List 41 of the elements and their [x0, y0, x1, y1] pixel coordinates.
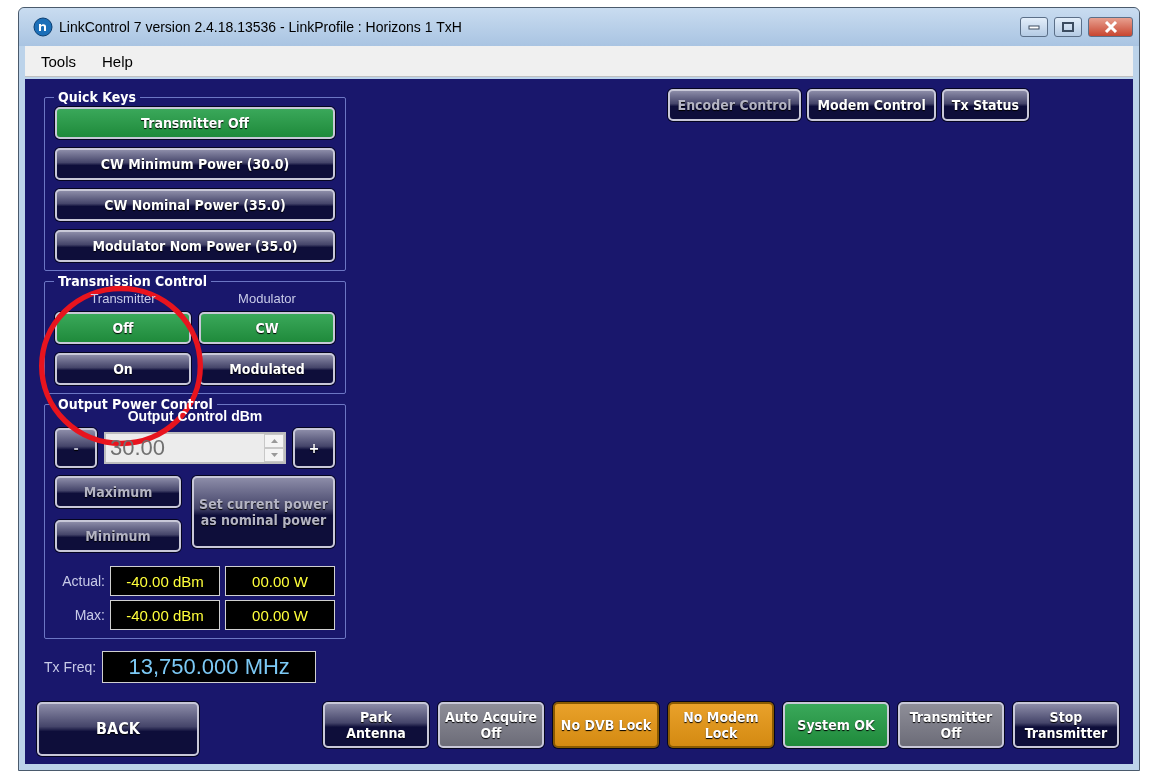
tx-freq-label: Tx Freq: — [44, 659, 97, 675]
view-button[interactable]: Modem Control — [807, 89, 936, 121]
panel-title: Transmission Control — [57, 273, 209, 289]
minimize-button[interactable] — [1020, 17, 1048, 37]
menu-item[interactable]: Tools — [41, 52, 77, 70]
quick-key-button[interactable]: CW Nominal Power (35.0) — [55, 189, 335, 221]
close-icon — [1103, 21, 1118, 33]
panel-title: Quick Keys — [57, 89, 137, 105]
status-button[interactable]: Park Antenna — [323, 702, 429, 748]
column-heading: Modulator — [237, 291, 297, 306]
up-arrow-icon — [270, 439, 278, 443]
tx-freq-readout: 13,750.000 MHz — [102, 651, 317, 683]
maximize-icon — [1062, 22, 1074, 32]
toggle-button[interactable]: CW — [199, 312, 335, 344]
quick-key-button[interactable]: CW Minimum Power (30.0) — [55, 148, 335, 180]
dbm-readout: -40.00 dBm — [110, 600, 220, 630]
status-button[interactable]: System OK — [783, 702, 889, 748]
reading-label: Max: — [73, 607, 105, 623]
toggle-button[interactable]: Off — [55, 312, 191, 344]
down-arrow-icon — [270, 453, 278, 457]
close-button[interactable] — [1088, 17, 1133, 37]
minimize-icon — [1028, 24, 1040, 30]
toggle-button[interactable]: Modulated — [199, 353, 335, 385]
quick-key-button[interactable]: Transmitter Off — [55, 107, 335, 139]
reading-label: Actual: — [61, 573, 105, 589]
toggle-button[interactable]: On — [55, 353, 191, 385]
watts-readout: 00.00 W — [225, 600, 335, 630]
view-button[interactable]: Tx Status — [941, 89, 1029, 121]
column-heading: Transmitter — [89, 291, 157, 306]
status-button[interactable]: Auto Acquire Off — [438, 702, 544, 748]
status-button[interactable]: Stop Transmitter — [1013, 702, 1119, 748]
watts-readout: 00.00 W — [225, 566, 335, 596]
dbm-readout: -40.00 dBm — [110, 566, 220, 596]
app-logo-icon — [33, 17, 53, 37]
window-title: LinkControl 7 version 2.4.18.13536 - LinkProfile : Horizons 1 TxH — [59, 19, 463, 35]
back-button[interactable]: BACK — [37, 702, 199, 756]
quick-key-button[interactable]: Modulator Nom Power (35.0) — [55, 230, 335, 262]
increment-button[interactable]: + — [293, 428, 335, 468]
maximize-button[interactable] — [1054, 17, 1082, 37]
status-button[interactable]: Transmitter Off — [898, 702, 1004, 748]
menu-item[interactable]: Help — [102, 52, 133, 70]
